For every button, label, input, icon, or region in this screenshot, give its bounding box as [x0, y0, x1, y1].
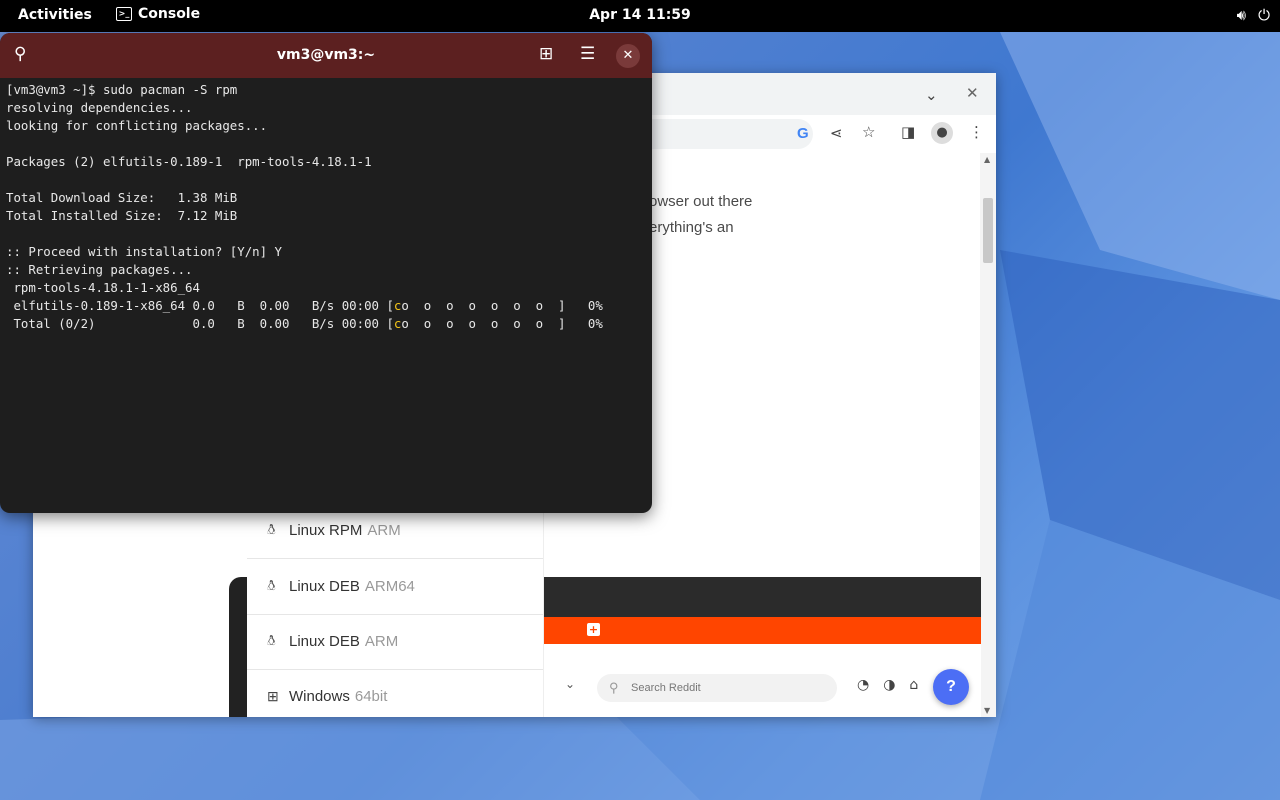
system-tray[interactable]: 🔊︎ ⏻ — [1237, 6, 1270, 24]
download-list: 🐧︎ Linux RPM ARM 🐧︎ Linux DEB ARM64 🐧︎ L… — [247, 503, 544, 717]
top-bar: Activities >_ Console Apr 14 11:59 🔊︎ ⏻ — [0, 0, 1280, 32]
terminal-line: rpm-tools-4.18.1-1-x86_64 — [6, 280, 200, 295]
help-button[interactable]: ? — [933, 669, 969, 705]
progress-line: elfutils-0.189-1-x86_64 0.0 B 0.00 B/s 0… — [6, 298, 603, 313]
terminal-line: resolving dependencies... — [6, 100, 193, 115]
chevron-down-icon[interactable]: ⌄ — [925, 86, 938, 104]
sidebar-icon[interactable]: ◨ — [901, 123, 915, 141]
new-tab-icon[interactable]: ⊞ — [539, 44, 553, 64]
linux-icon: 🐧︎ — [267, 632, 276, 648]
close-button[interactable]: ✕ — [616, 44, 640, 68]
terminal-header: ⚲ vm3@vm3:~ ⊞ ☰ ✕ — [0, 33, 652, 78]
star-icon[interactable]: ☆ — [862, 123, 875, 141]
linux-icon: 🐧︎ — [267, 521, 276, 537]
terminal-line: :: Retrieving packages... — [6, 262, 193, 277]
terminal-window[interactable]: ⚲ vm3@vm3:~ ⊞ ☰ ✕ [vm3@vm3 ~]$ sudo pacm… — [0, 33, 652, 513]
google-icon[interactable]: G — [797, 125, 809, 142]
terminal-title: vm3@vm3:~ — [276, 47, 376, 63]
close-icon[interactable]: ✕ — [966, 84, 979, 102]
more-vert-icon[interactable]: ⋮ — [969, 123, 984, 141]
volume-icon[interactable]: 🔊︎ — [1237, 6, 1246, 24]
hamburger-menu-icon[interactable]: ☰ — [580, 44, 595, 64]
download-item[interactable]: ⊞ Windows 64bit — [247, 669, 543, 717]
power-icon[interactable]: ⏻ — [1258, 6, 1270, 24]
download-item[interactable]: 🐧︎ Linux DEB ARM — [247, 614, 543, 670]
linux-icon: 🐧︎ — [267, 577, 276, 593]
search-input: ⚲ Search Reddit — [597, 674, 837, 702]
terminal-line: Total Installed Size: 7.12 MiB — [6, 208, 238, 223]
page-text-line: owser out there — [649, 193, 753, 210]
search-icon: ⚲ — [609, 680, 619, 695]
terminal-line: :: Proceed with installation? [Y/n] Y — [6, 244, 283, 259]
reddit-toolbar-icons: ◔◑⌂ — [857, 677, 933, 693]
terminal-line: [vm3@vm3 ~]$ sudo pacman -S rpm — [6, 82, 238, 97]
chevron-down-icon: ⌄ — [565, 677, 576, 691]
profile-icon[interactable]: ● — [931, 122, 953, 144]
scrollbar-thumb[interactable] — [983, 198, 993, 263]
terminal-line: looking for conflicting packages... — [6, 118, 268, 133]
terminal-output[interactable]: [vm3@vm3 ~]$ sudo pacman -S rpm resolvin… — [6, 81, 652, 333]
share-icon[interactable]: ⋖ — [830, 124, 843, 142]
download-item[interactable]: 🐧︎ Linux DEB ARM64 — [247, 559, 543, 615]
page-text-line: erything's an — [649, 219, 734, 236]
clock[interactable]: Apr 14 11:59 — [0, 7, 1280, 23]
windows-icon: ⊞ — [267, 688, 279, 704]
plus-icon: + — [587, 623, 600, 636]
terminal-line: Total Download Size: 1.38 MiB — [6, 190, 238, 205]
progress-line: Total (0/2) 0.0 B 0.00 B/s 00:00 [co o o… — [6, 316, 603, 331]
terminal-line: Packages (2) elfutils-0.189-1 rpm-tools-… — [6, 154, 372, 169]
